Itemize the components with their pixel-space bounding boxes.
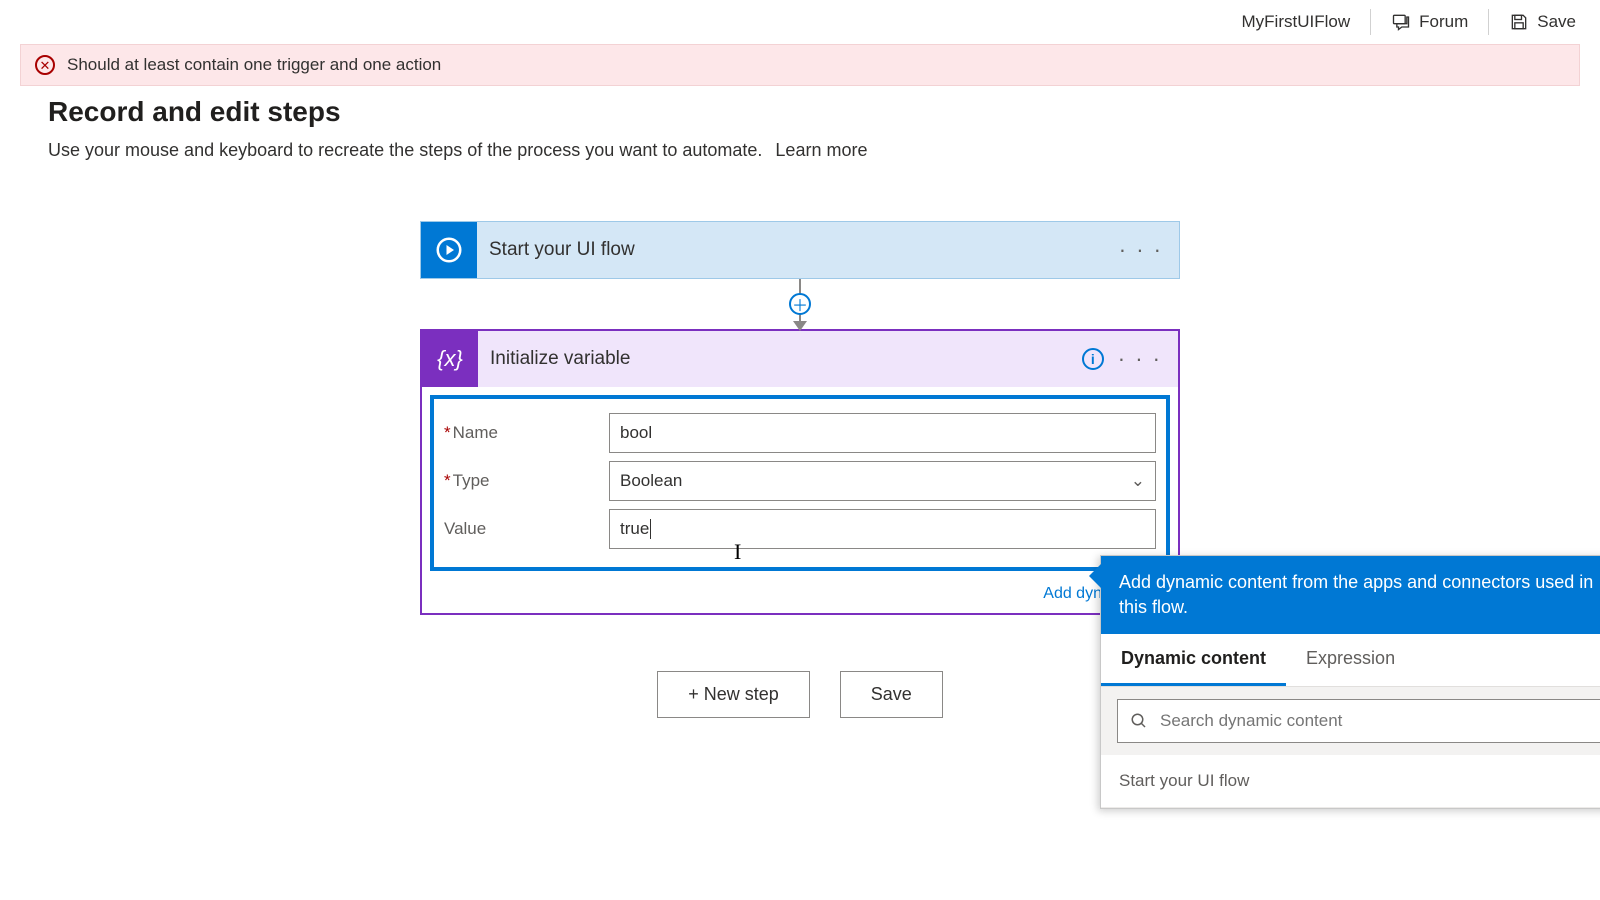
field-value-label: Value	[444, 519, 609, 539]
step-var-fields: *Name bool *Type Boolean ⌄ Value true I	[430, 395, 1170, 571]
step-start-menu[interactable]: · · ·	[1119, 237, 1163, 263]
connector: ＋	[420, 279, 1180, 329]
save-icon	[1509, 12, 1529, 32]
variable-icon: {x}	[422, 331, 478, 387]
value-text: true	[620, 519, 649, 539]
chevron-down-icon: ⌄	[1131, 471, 1145, 491]
connector-arrow-icon	[793, 321, 807, 331]
popup-search-wrap	[1101, 687, 1600, 755]
step-var-header[interactable]: {x} Initialize variable i · · ·	[422, 331, 1178, 387]
value-input[interactable]: true	[609, 509, 1156, 549]
type-value: Boolean	[620, 471, 682, 491]
dynamic-content-popup: Add dynamic content from the apps and co…	[1100, 555, 1600, 809]
topbar-divider	[1370, 9, 1371, 35]
topbar-divider-2	[1488, 9, 1489, 35]
step-var-title: Initialize variable	[478, 348, 1082, 370]
info-icon[interactable]: i	[1082, 348, 1104, 370]
field-type-row: *Type Boolean ⌄	[444, 461, 1156, 501]
step-var-menu[interactable]: · · ·	[1118, 346, 1162, 372]
learn-more-link[interactable]: Learn more	[775, 140, 867, 160]
name-input[interactable]: bool	[609, 413, 1156, 453]
type-select[interactable]: Boolean ⌄	[609, 461, 1156, 501]
step-start-title: Start your UI flow	[477, 239, 1119, 261]
error-icon: ✕	[35, 55, 55, 75]
save-label-top: Save	[1537, 12, 1576, 32]
new-step-button[interactable]: + New step	[657, 671, 810, 718]
save-button-top[interactable]: Save	[1493, 0, 1592, 43]
search-icon	[1130, 712, 1148, 730]
step-start-header[interactable]: Start your UI flow · · ·	[421, 222, 1179, 278]
error-message: Should at least contain one trigger and …	[67, 55, 441, 75]
text-caret-icon: I	[734, 539, 741, 565]
forum-button[interactable]: Forum	[1375, 0, 1484, 43]
page-title: Record and edit steps	[0, 86, 1600, 134]
error-banner: ✕ Should at least contain one trigger an…	[20, 44, 1580, 86]
popup-section-start[interactable]: Start your UI flow	[1101, 755, 1600, 808]
save-button[interactable]: Save	[840, 671, 943, 718]
step-initialize-variable[interactable]: {x} Initialize variable i · · · *Name bo…	[420, 329, 1180, 615]
tab-expression[interactable]: Expression	[1286, 634, 1415, 686]
add-dynamic-content-row: Add dynamic con	[422, 579, 1178, 613]
field-name-row: *Name bool	[444, 413, 1156, 453]
popup-arrow-icon	[1089, 564, 1101, 588]
popup-tabs: Dynamic content Expression	[1101, 634, 1600, 687]
step-var-body: *Name bool *Type Boolean ⌄ Value true I	[422, 387, 1178, 579]
tab-dynamic-content[interactable]: Dynamic content	[1101, 634, 1286, 686]
forum-label: Forum	[1419, 12, 1468, 32]
page-subtitle-text: Use your mouse and keyboard to recreate …	[48, 140, 762, 160]
text-cursor	[650, 519, 651, 539]
add-step-inline[interactable]: ＋	[789, 293, 811, 315]
popup-search[interactable]	[1117, 699, 1600, 743]
field-type-label: *Type	[444, 471, 609, 491]
search-input[interactable]	[1160, 711, 1590, 731]
play-icon	[421, 222, 477, 278]
flow-title: MyFirstUIFlow	[1226, 12, 1367, 32]
forum-icon	[1391, 12, 1411, 32]
field-name-label: *Name	[444, 423, 609, 443]
bottom-buttons: + New step Save	[657, 671, 943, 718]
step-start-ui-flow[interactable]: Start your UI flow · · ·	[420, 221, 1180, 279]
popup-header: Add dynamic content from the apps and co…	[1101, 556, 1600, 634]
top-bar: MyFirstUIFlow Forum Save	[0, 0, 1600, 44]
field-value-row: Value true I	[444, 509, 1156, 549]
page-subtitle: Use your mouse and keyboard to recreate …	[0, 134, 1600, 161]
